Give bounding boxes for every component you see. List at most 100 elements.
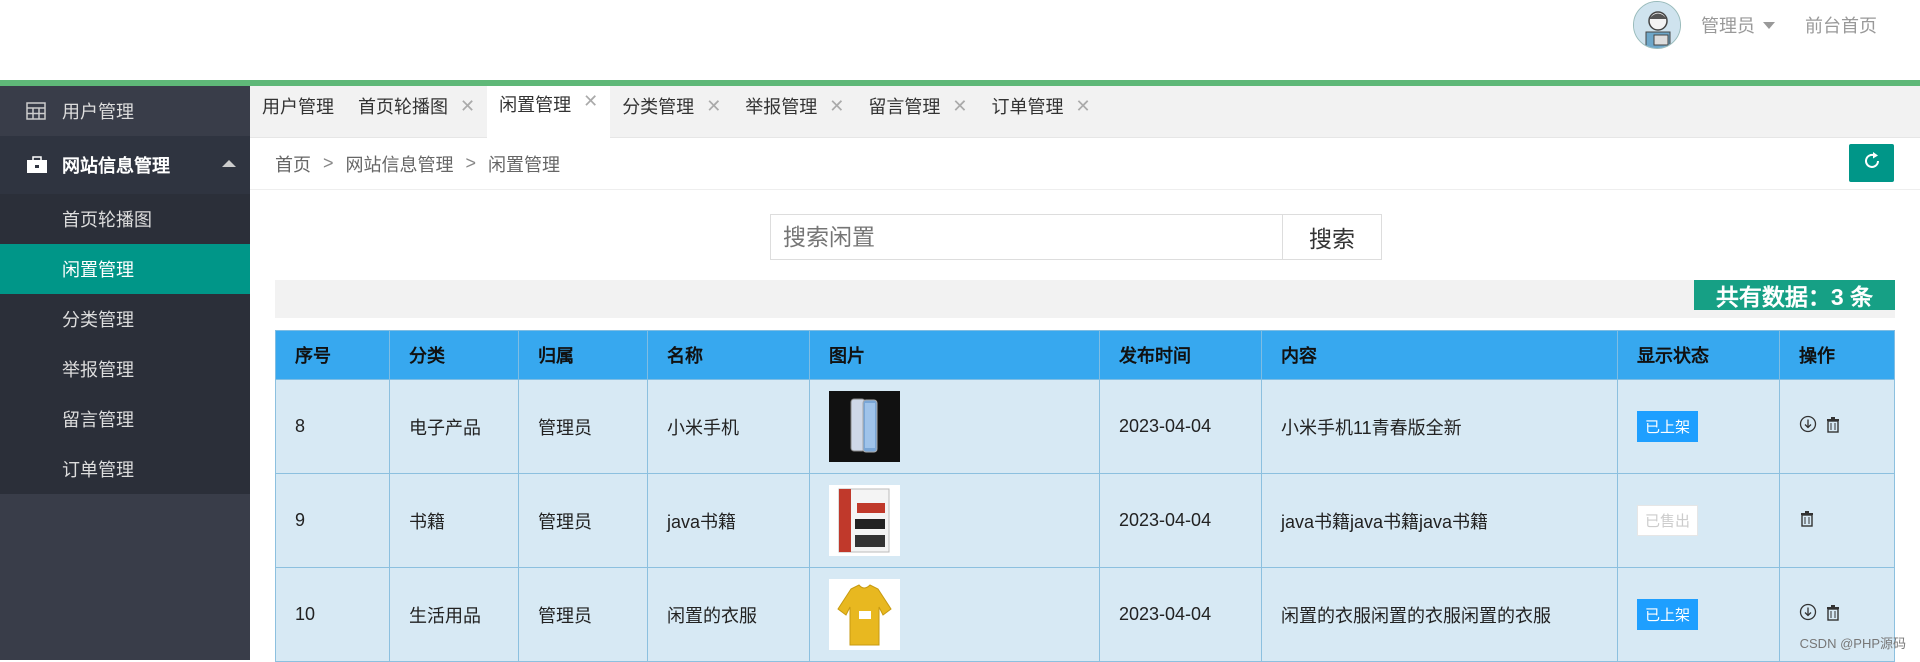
column-header: 序号: [276, 331, 390, 380]
cell-actions: [1780, 380, 1895, 474]
cell-date: 2023-04-04: [1100, 474, 1262, 568]
cell-status: 已售出: [1618, 474, 1780, 568]
cell-category: 书籍: [390, 474, 519, 568]
top-header: 管理员 前台首页: [0, 0, 1920, 80]
cell-category: 电子产品: [390, 380, 519, 474]
cell-date: 2023-04-04: [1100, 568, 1262, 662]
close-icon[interactable]: ✕: [952, 96, 967, 117]
sidebar-submenu: 首页轮播图 闲置管理 分类管理 举报管理 留言管理 订单管理: [0, 194, 250, 494]
tab-carousel[interactable]: 首页轮播图 ✕: [346, 86, 487, 126]
watermark: CSDN @PHP源码: [1800, 633, 1906, 652]
sidebar-item-report[interactable]: 举报管理: [0, 344, 250, 394]
search-button[interactable]: 搜索: [1282, 214, 1382, 260]
sidebar: 用户管理 网站信息管理 首页轮播图 闲置管理 分类管理 举报管理 留言管理 订单…: [0, 86, 250, 660]
cell-category: 生活用品: [390, 568, 519, 662]
sidebar-item-label: 网站信息管理: [62, 152, 170, 178]
book-photo[interactable]: [829, 485, 900, 556]
breadcrumb-separator: >: [466, 153, 477, 174]
trash-icon[interactable]: [1799, 510, 1815, 527]
column-header: 发布时间: [1100, 331, 1262, 380]
sidebar-item-category[interactable]: 分类管理: [0, 294, 250, 344]
cell-date: 2023-04-04: [1100, 380, 1262, 474]
cell-id: 10: [276, 568, 390, 662]
refresh-icon: [1862, 151, 1882, 176]
chevron-down-icon: [1763, 22, 1775, 29]
user-area: 管理员 前台首页: [1633, 0, 1877, 50]
tab-label: 首页轮播图: [358, 93, 448, 119]
tab-bar: 用户管理 首页轮播图 ✕ 闲置管理 ✕ 分类管理 ✕ 举报管理 ✕ 留言管理 ✕…: [250, 86, 1920, 138]
status-badge[interactable]: 已上架: [1637, 411, 1698, 442]
table-row: 8 电子产品 管理员 小米手机 2023-04-04 小米手机11青春版全新 已…: [276, 380, 1895, 474]
download-icon[interactable]: [1799, 603, 1817, 621]
breadcrumb-current: 闲置管理: [488, 151, 560, 177]
status-badge[interactable]: 已上架: [1637, 599, 1698, 630]
cell-content: 闲置的衣服闲置的衣服闲置的衣服: [1262, 568, 1618, 662]
cell-image: [810, 380, 1100, 474]
cell-owner: 管理员: [519, 568, 648, 662]
sidebar-item-site-info[interactable]: 网站信息管理: [0, 136, 250, 194]
total-bar: 共有数据：3 条: [275, 280, 1895, 318]
download-icon[interactable]: [1799, 415, 1817, 433]
cell-content: java书籍java书籍java书籍: [1262, 474, 1618, 568]
close-icon[interactable]: ✕: [706, 96, 721, 117]
tab-user-management[interactable]: 用户管理: [250, 86, 346, 126]
avatar[interactable]: [1633, 1, 1681, 49]
tab-label: 举报管理: [745, 93, 817, 119]
cell-actions: [1780, 474, 1895, 568]
tab-order[interactable]: 订单管理 ✕: [979, 86, 1102, 126]
status-badge[interactable]: 已售出: [1637, 505, 1698, 536]
breadcrumb-home[interactable]: 首页: [275, 151, 311, 177]
tab-label: 分类管理: [622, 93, 694, 119]
user-name: 管理员: [1701, 12, 1755, 38]
search-input[interactable]: [770, 214, 1288, 260]
tab-label: 留言管理: [868, 93, 940, 119]
cell-name: 闲置的衣服: [648, 568, 810, 662]
column-header: 内容: [1262, 331, 1618, 380]
column-header: 图片: [810, 331, 1100, 380]
close-icon[interactable]: ✕: [1075, 96, 1090, 117]
close-icon[interactable]: ✕: [829, 96, 844, 117]
tab-category[interactable]: 分类管理 ✕: [610, 86, 733, 126]
phone-photo[interactable]: [829, 391, 900, 462]
sidebar-item-idle[interactable]: 闲置管理: [0, 244, 250, 294]
cell-status: 已上架: [1618, 568, 1780, 662]
tab-label: 订单管理: [991, 93, 1063, 119]
cell-image: [810, 474, 1100, 568]
sidebar-item-user-management[interactable]: 用户管理: [0, 86, 250, 136]
refresh-button[interactable]: [1849, 144, 1894, 182]
cell-id: 8: [276, 380, 390, 474]
cell-name: 小米手机: [648, 380, 810, 474]
table-header-row: 序号 分类 归属 名称 图片 发布时间 内容 显示状态 操作: [276, 331, 1895, 380]
trash-icon[interactable]: [1825, 416, 1841, 433]
total-count-badge: 共有数据：3 条: [1694, 280, 1895, 310]
user-menu[interactable]: 管理员: [1701, 12, 1775, 38]
chevron-up-icon: [222, 160, 236, 167]
tab-label: 用户管理: [262, 93, 334, 119]
table-row: 9 书籍 管理员 java书籍 2023-04-04 java书籍java书籍j…: [276, 474, 1895, 568]
tab-message[interactable]: 留言管理 ✕: [856, 86, 979, 126]
breadcrumb-separator: >: [323, 153, 334, 174]
front-page-link[interactable]: 前台首页: [1805, 12, 1877, 38]
close-icon[interactable]: ✕: [460, 96, 475, 117]
sidebar-item-message[interactable]: 留言管理: [0, 394, 250, 444]
column-header: 分类: [390, 331, 519, 380]
cell-content: 小米手机11青春版全新: [1262, 380, 1618, 474]
table-row: 10 生活用品 管理员 闲置的衣服 2023-04-04 闲置的衣服闲置的衣服闲…: [276, 568, 1895, 662]
sidebar-item-order[interactable]: 订单管理: [0, 444, 250, 494]
trash-icon[interactable]: [1825, 604, 1841, 621]
briefcase-icon: [26, 156, 48, 174]
sidebar-item-carousel[interactable]: 首页轮播图: [0, 194, 250, 244]
sweater-photo[interactable]: [829, 579, 900, 650]
tab-report[interactable]: 举报管理 ✕: [733, 86, 856, 126]
cell-owner: 管理员: [519, 474, 648, 568]
table-grid-icon: [26, 102, 48, 120]
cell-name: java书籍: [648, 474, 810, 568]
close-icon[interactable]: ✕: [583, 91, 598, 112]
tab-label: 闲置管理: [499, 91, 571, 117]
tab-idle[interactable]: 闲置管理 ✕: [487, 86, 610, 138]
idle-items-table: 序号 分类 归属 名称 图片 发布时间 内容 显示状态 操作 8 电子产品 管理…: [275, 330, 1895, 662]
cell-owner: 管理员: [519, 380, 648, 474]
column-header: 显示状态: [1618, 331, 1780, 380]
cell-status: 已上架: [1618, 380, 1780, 474]
breadcrumb-site-info[interactable]: 网站信息管理: [346, 151, 454, 177]
